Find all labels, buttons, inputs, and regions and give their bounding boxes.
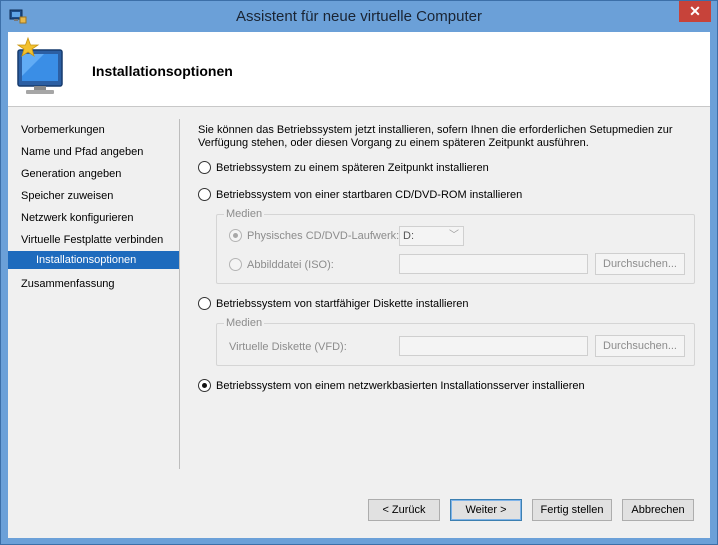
back-button[interactable]: < Zurück xyxy=(368,499,440,521)
drive-select-value: D: xyxy=(403,230,414,242)
option-install-later-label: Betriebssystem zu einem späteren Zeitpun… xyxy=(216,162,489,174)
nav-item-festplatte[interactable]: Virtuelle Festplatte verbinden xyxy=(21,231,163,249)
radio-physical-drive[interactable] xyxy=(229,228,242,242)
vfd-path-input[interactable] xyxy=(399,336,588,356)
cd-media-group: Medien Physisches CD/DVD-Laufwerk: D: ﹀ … xyxy=(216,208,695,284)
nav-item-vorbemerkungen[interactable]: Vorbemerkungen xyxy=(21,121,105,139)
window-title: Assistent für neue virtuelle Computer xyxy=(236,8,482,25)
option-install-later[interactable]: Betriebssystem zu einem späteren Zeitpun… xyxy=(198,160,489,176)
vfd-browse-button[interactable]: Durchsuchen... xyxy=(595,335,685,357)
title-bar[interactable]: Assistent für neue virtuelle Computer ✕ xyxy=(1,1,717,32)
option-install-cd-label: Betriebssystem von einer startbaren CD/D… xyxy=(216,189,523,201)
iso-image-label: Abbilddatei (ISO): xyxy=(247,259,334,271)
nav-item-generation[interactable]: Generation angeben xyxy=(21,165,121,183)
option-install-network-label: Betriebssystem von einem netzwerkbasiert… xyxy=(216,380,585,392)
nav-item-name-und-pfad[interactable]: Name und Pfad angeben xyxy=(21,143,143,161)
page-title: Installationsoptionen xyxy=(92,63,233,79)
nav-item-speicher[interactable]: Speicher zuweisen xyxy=(21,187,113,205)
radio-install-floppy[interactable] xyxy=(198,296,211,310)
chevron-down-icon: ﹀ xyxy=(449,230,459,241)
close-button[interactable]: ✕ xyxy=(679,1,711,22)
option-install-floppy-label: Betriebssystem von startfähiger Diskette… xyxy=(216,298,469,310)
nav-item-installationsoptionen[interactable]: Installationsoptionen xyxy=(8,251,179,269)
iso-browse-button[interactable]: Durchsuchen... xyxy=(595,253,685,275)
floppy-media-group: Medien Virtuelle Diskette (VFD): Durchsu… xyxy=(216,317,695,366)
drive-select[interactable]: D: ﹀ xyxy=(399,226,464,246)
wizard-header: Installationsoptionen xyxy=(8,32,710,107)
monitor-with-sparkle-icon xyxy=(16,36,63,94)
wizard-window: Assistent für neue virtuelle Computer ✕ … xyxy=(0,0,718,545)
nav-item-netzwerk[interactable]: Netzwerk konfigurieren xyxy=(21,209,134,227)
floppy-media-legend: Medien xyxy=(224,317,265,329)
iso-image-option[interactable]: Abbilddatei (ISO): xyxy=(229,257,334,273)
step-navigation: Vorbemerkungen Name und Pfad angeben Gen… xyxy=(8,107,186,477)
physical-drive-option[interactable]: Physisches CD/DVD-Laufwerk: xyxy=(229,228,399,244)
radio-install-cd[interactable] xyxy=(198,187,211,201)
radio-install-network[interactable] xyxy=(198,378,211,392)
option-install-floppy[interactable]: Betriebssystem von startfähiger Diskette… xyxy=(198,296,469,312)
finish-button[interactable]: Fertig stellen xyxy=(532,499,612,521)
cd-media-legend: Medien xyxy=(224,208,265,220)
option-install-cd[interactable]: Betriebssystem von einer startbaren CD/D… xyxy=(198,187,522,203)
iso-path-input[interactable] xyxy=(399,254,588,274)
wizard-content: Vorbemerkungen Name und Pfad angeben Gen… xyxy=(8,107,710,538)
cancel-button[interactable]: Abbrechen xyxy=(622,499,694,521)
radio-install-later[interactable] xyxy=(198,160,211,174)
intro-text: Sie können das Betriebssystem jetzt inst… xyxy=(198,124,673,149)
next-button[interactable]: Weiter > xyxy=(450,499,522,521)
physical-drive-label: Physisches CD/DVD-Laufwerk: xyxy=(247,230,400,242)
nav-item-zusammenfassung[interactable]: Zusammenfassung xyxy=(21,275,115,293)
vfd-label: Virtuelle Diskette (VFD): xyxy=(229,341,347,353)
option-install-network[interactable]: Betriebssystem von einem netzwerkbasiert… xyxy=(198,378,585,394)
nav-divider xyxy=(179,119,180,469)
radio-iso-image[interactable] xyxy=(229,257,242,271)
